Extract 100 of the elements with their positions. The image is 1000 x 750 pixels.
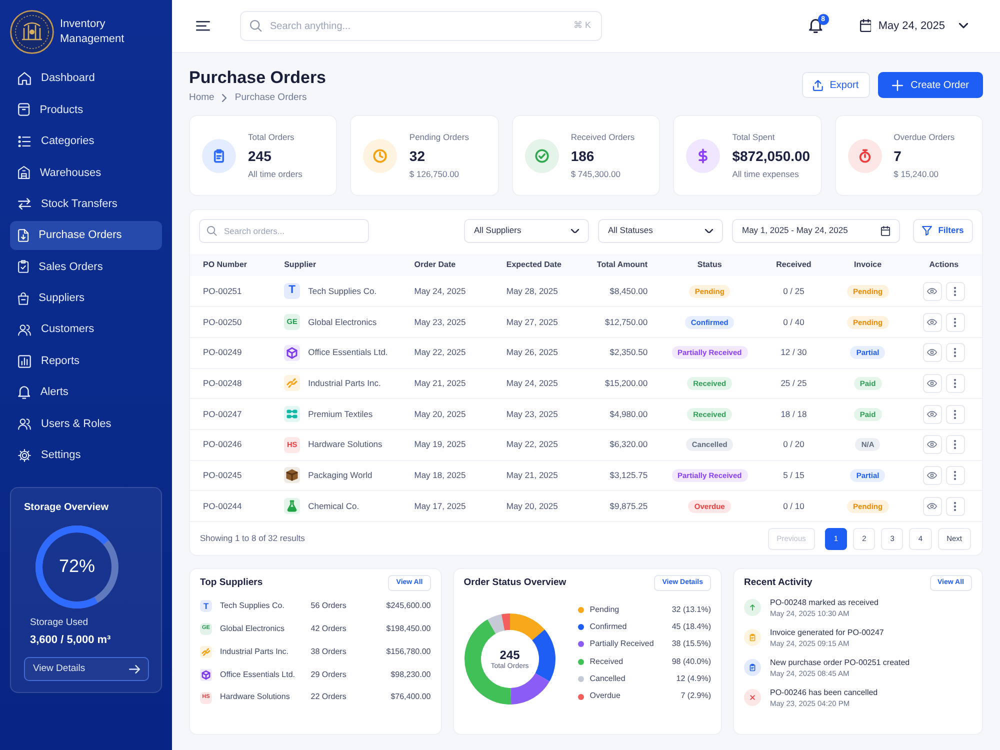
total-amount: $9,875.25: [610, 500, 648, 511]
building-icon: [18, 166, 30, 180]
more-button[interactable]: [946, 374, 965, 393]
activity-text: New purchase order PO-00251 created: [770, 657, 910, 668]
sidebar-item[interactable]: Suppliers: [10, 284, 162, 313]
search-field[interactable]: Search orders...: [199, 219, 369, 243]
order-date: May 22, 2025: [414, 347, 466, 358]
filters-button[interactable]: Filters: [913, 219, 973, 243]
emblem-icon: [10, 10, 54, 54]
total-amount: $3,125.75: [610, 470, 648, 480]
expected-date: May 24, 2025: [506, 378, 558, 388]
view-button[interactable]: [922, 404, 942, 424]
activity-text: PO-00246 has been cancelled: [770, 687, 878, 698]
legend-value: 7 (2.9%): [680, 691, 711, 702]
settings-icon: [18, 448, 31, 462]
po-number: PO-00248: [203, 378, 242, 388]
supplier-logo: T: [284, 283, 300, 300]
supplier-name: Office Essentials Ltd.: [220, 670, 296, 680]
view-details-button[interactable]: View Details: [24, 657, 149, 682]
order-date: May 23, 2025: [414, 316, 466, 326]
legend-label: Pending: [590, 604, 620, 615]
order-count: 29 Orders: [310, 670, 348, 680]
sidebar-item[interactable]: Dashboard: [10, 64, 162, 93]
menu-icon: [196, 21, 210, 31]
stat-label: Overdue Orders: [894, 132, 955, 142]
sidebar-item[interactable]: Settings: [10, 440, 162, 470]
sidebar-item[interactable]: Stock Transfers: [10, 190, 162, 219]
view-button[interactable]: [922, 343, 942, 362]
sidebar-item[interactable]: Purchase Orders: [10, 220, 162, 250]
view-button[interactable]: [922, 374, 942, 393]
supplier-logo: T: [200, 600, 212, 612]
supplier-name: Industrial Parts Inc.: [308, 378, 381, 389]
view-button[interactable]: [922, 435, 942, 454]
supplier-amount: $156,780.00: [385, 646, 431, 658]
supplier-name: Packaging World: [308, 470, 372, 481]
sidebar-item[interactable]: Categories: [10, 126, 162, 156]
create-order-button[interactable]: Create Order: [878, 72, 983, 98]
supplier-name: Global Electronics: [308, 316, 377, 328]
date-picker[interactable]: May 24, 2025: [860, 18, 968, 34]
eye-icon: [927, 410, 938, 418]
menu-button[interactable]: [196, 21, 210, 31]
more-icon: [954, 410, 956, 419]
expected-date: May 27, 2025: [506, 316, 558, 326]
sidebar-item[interactable]: Alerts: [10, 378, 162, 407]
supplier-name: Premium Textiles: [308, 408, 373, 420]
filter-dropdown[interactable]: All Suppliers: [464, 219, 589, 243]
legend-value: 98 (40.0%): [672, 656, 711, 668]
view-button[interactable]: [922, 282, 942, 301]
legend-value: 12 (4.9%): [676, 674, 711, 684]
order-count: 42 Orders: [310, 624, 348, 634]
arrow-right-icon: [129, 665, 140, 674]
swap-arrows-icon: [18, 198, 31, 210]
users-icon: [18, 418, 31, 430]
column-header: Invoice: [854, 260, 882, 269]
order-count: 56 Orders: [310, 601, 348, 612]
date-range-picker[interactable]: May 1, 2025 - May 24, 2025: [732, 219, 900, 243]
stat-note: $ 15,240.00: [894, 168, 940, 180]
sidebar-item[interactable]: Reports: [10, 346, 162, 376]
received-count: 25 / 25: [780, 378, 807, 388]
more-button[interactable]: [946, 404, 965, 424]
box-icon: [18, 103, 30, 116]
export-button[interactable]: Export: [802, 72, 870, 98]
sidebar-item[interactable]: Sales Orders: [10, 252, 162, 282]
home-icon: [18, 72, 31, 85]
more-button[interactable]: [946, 312, 965, 332]
chevron-down-icon: [705, 228, 713, 234]
received-count: 18 / 18: [780, 408, 807, 419]
chart-icon: [18, 354, 31, 368]
column-header: Received: [776, 260, 812, 269]
check-circle-icon: [524, 138, 559, 172]
more-button[interactable]: [946, 343, 965, 362]
stopwatch-icon: [848, 138, 882, 172]
eye-icon: [927, 441, 938, 448]
chain-link-icon: [284, 375, 300, 392]
view-button[interactable]: [922, 496, 942, 516]
notification-button[interactable]: [809, 19, 823, 33]
view-button[interactable]: [922, 312, 942, 332]
more-button[interactable]: [946, 282, 965, 301]
filter-icon: [922, 226, 932, 236]
filter-dropdown[interactable]: All Statuses: [598, 219, 723, 243]
dollar-icon: [686, 138, 720, 172]
breadcrumb-link[interactable]: Home: [189, 92, 214, 104]
view-button[interactable]: [922, 466, 942, 485]
sidebar-item[interactable]: Warehouses: [10, 158, 162, 188]
more-button[interactable]: [946, 496, 965, 516]
sidebar-item[interactable]: Products: [10, 95, 162, 124]
more-icon: [954, 378, 956, 388]
bag-icon: [18, 292, 29, 305]
card-title: Order Status Overview: [464, 576, 566, 590]
breadcrumb-current: Purchase Orders: [234, 92, 307, 104]
more-button[interactable]: [946, 466, 965, 485]
calendar-icon: [860, 19, 872, 32]
expected-date: May 22, 2025: [506, 439, 558, 450]
order-count: 38 Orders: [310, 646, 348, 658]
order-date: May 19, 2025: [414, 439, 466, 450]
more-button[interactable]: [946, 435, 965, 454]
page-title: Purchase Orders: [189, 68, 326, 88]
sidebar-item[interactable]: Users & Roles: [10, 409, 162, 438]
sidebar-item[interactable]: Customers: [10, 315, 162, 344]
legend-label: Partially Received: [590, 639, 655, 650]
